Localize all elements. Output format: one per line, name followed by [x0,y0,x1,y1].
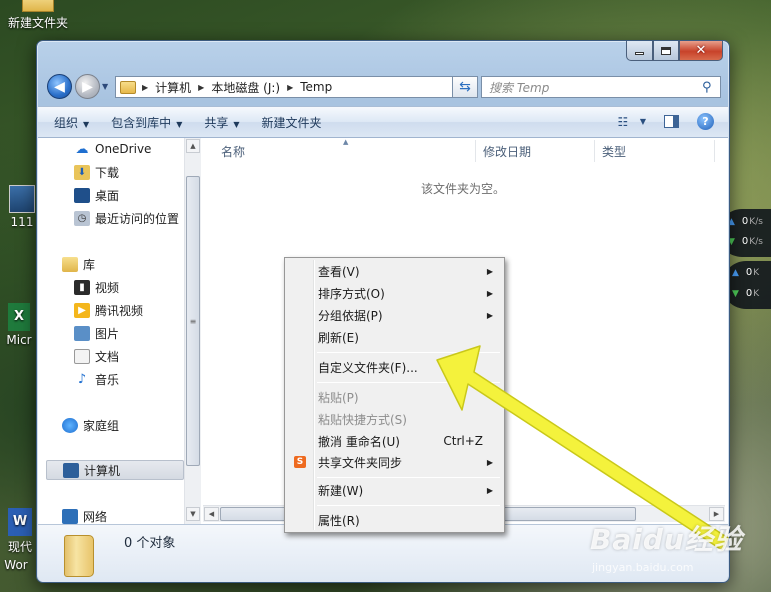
annotation-arrow [436,345,729,551]
watermark-brand: Baidu经验 [590,523,743,556]
watermark-url: jingyan.baidu.com [592,561,694,574]
